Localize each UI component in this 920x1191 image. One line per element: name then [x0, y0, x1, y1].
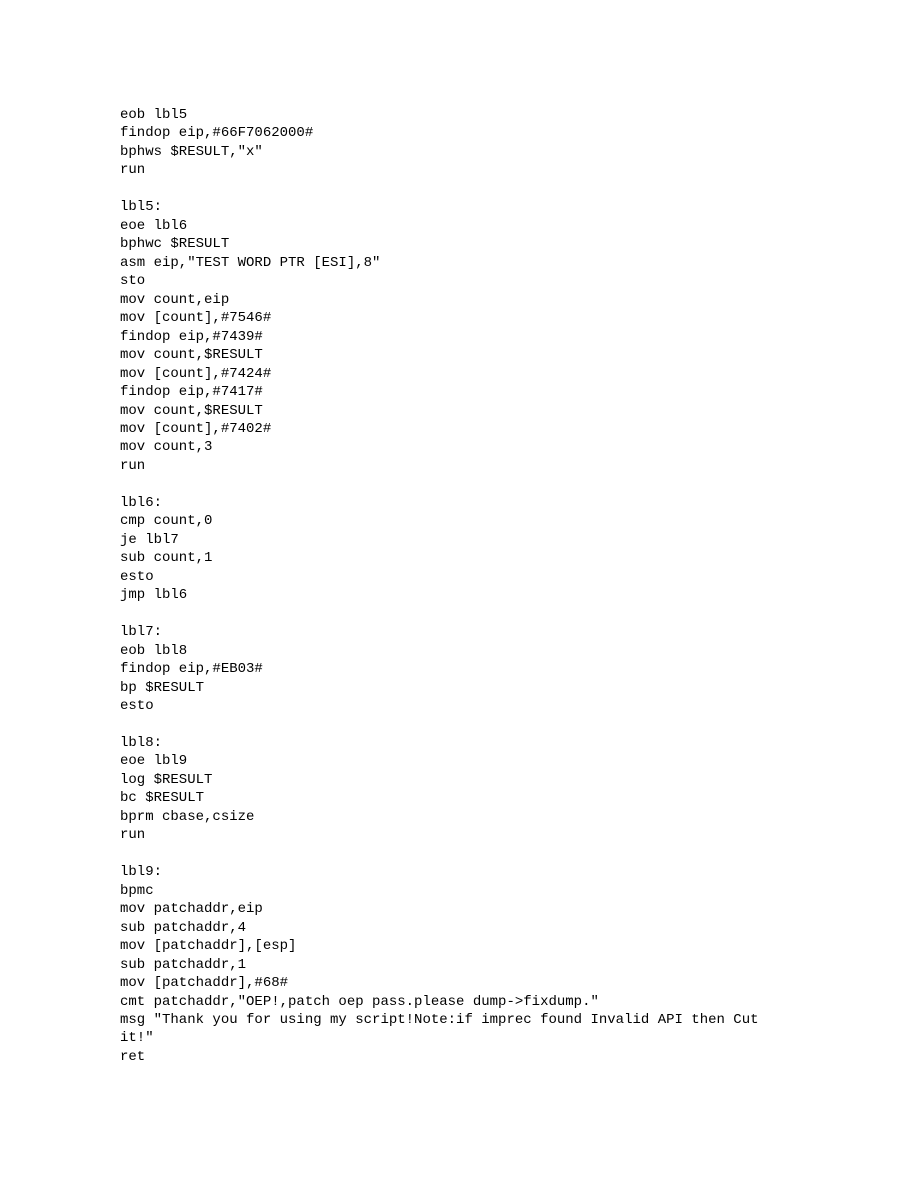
code-block: eob lbl5 findop eip,#66F7062000# bphws $…	[0, 0, 920, 1066]
